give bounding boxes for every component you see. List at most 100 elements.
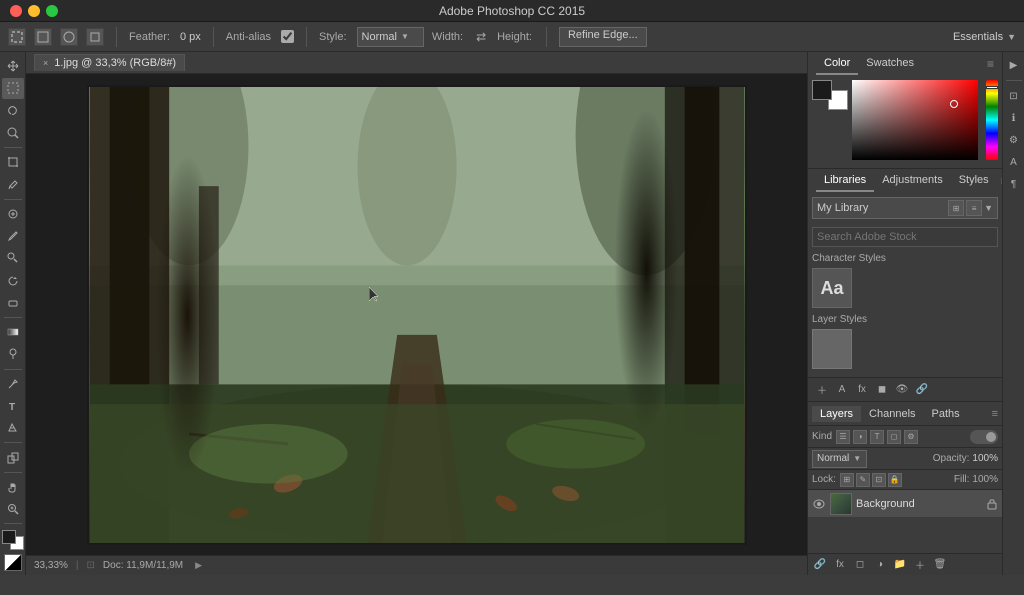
text-icon[interactable]: A [834, 382, 850, 398]
close-button[interactable] [10, 5, 22, 17]
library-dropdown[interactable]: My Library ⊞ ≡ ▼ [812, 197, 998, 219]
library-list-icon[interactable]: ≡ [966, 200, 982, 216]
tab-swatches[interactable]: Swatches [858, 53, 922, 75]
layer-row-background[interactable]: Background [808, 490, 1002, 518]
tab-styles[interactable]: Styles [951, 170, 997, 192]
dodge-tool[interactable] [2, 344, 24, 364]
doc-size: Doc: 11,9M/11,9M [103, 560, 183, 571]
fill-value[interactable]: 100% [972, 474, 998, 485]
visibility2-icon[interactable]: 👁 [894, 382, 910, 398]
brush-tool[interactable] [2, 226, 24, 246]
add-icon[interactable]: ＋ [814, 382, 830, 398]
zoom-tool[interactable] [2, 499, 24, 519]
opacity-value[interactable]: 100% [972, 453, 998, 464]
fx-icon[interactable]: fx [854, 382, 870, 398]
statusbar-arrow-icon[interactable]: ▶ [195, 560, 202, 571]
anti-alias-checkbox[interactable] [281, 30, 294, 43]
gradient-tool[interactable] [2, 322, 24, 342]
tab-libraries[interactable]: Libraries [816, 170, 874, 192]
eraser-tool[interactable] [2, 293, 24, 313]
shape-tool[interactable] [2, 447, 24, 467]
link2-icon[interactable]: 🔗 [914, 382, 930, 398]
char-styles-preview[interactable]: Aa [812, 268, 852, 308]
link-layers-icon[interactable]: 🔗 [812, 557, 828, 573]
filter-pixel-icon[interactable]: ☰ [836, 430, 850, 444]
side-history-icon[interactable]: ⊡ [1005, 87, 1023, 105]
add-mask-icon[interactable]: ◻ [852, 557, 868, 573]
rect-option-icon[interactable] [34, 28, 52, 46]
adobe-stock-search[interactable] [812, 227, 998, 247]
style-dropdown[interactable]: Normal ▼ [357, 27, 424, 47]
filter-type-icon[interactable]: T [870, 430, 884, 444]
marquee-tool[interactable] [2, 78, 24, 98]
lock-pixels-icon[interactable]: ⊞ [840, 473, 854, 487]
lasso-tool[interactable] [2, 101, 24, 121]
add-group-icon[interactable]: 📁 [892, 557, 908, 573]
tab-adjustments[interactable]: Adjustments [874, 170, 951, 192]
canvas-tab-item[interactable]: × 1.jpg @ 33,3% (RGB/8#) [34, 54, 185, 71]
marquee-tool-icon[interactable] [8, 28, 26, 46]
side-tool-preset-icon[interactable]: ⚙ [1005, 131, 1023, 149]
tab-paths[interactable]: Paths [924, 406, 968, 422]
quick-select-tool[interactable] [2, 123, 24, 143]
canvas-image [87, 85, 747, 545]
add-adjustment-icon[interactable]: ◑ [872, 557, 888, 573]
history-brush-tool[interactable] [2, 271, 24, 291]
filter-smart-icon[interactable]: ⚙ [904, 430, 918, 444]
side-char-icon[interactable]: A [1005, 153, 1023, 171]
layer-visibility-icon[interactable] [812, 497, 826, 511]
color-gradient-field[interactable] [852, 80, 978, 160]
crop-tool[interactable] [2, 152, 24, 172]
tab-layers[interactable]: Layers [812, 406, 861, 422]
delete-layer-icon[interactable]: 🗑 [932, 557, 948, 573]
new-layer-icon[interactable]: ＋ [912, 557, 928, 573]
lock-artboard-icon[interactable]: ⊡ [872, 473, 886, 487]
swap-wh-icon[interactable]: ⇄ [473, 29, 489, 45]
add-style-icon[interactable]: fx [832, 557, 848, 573]
fg-bg-color-widget[interactable] [2, 530, 24, 550]
toolbar-separator-1 [116, 27, 117, 47]
blend-mode-dropdown[interactable]: Normal ▼ [812, 450, 867, 468]
filter-toggle[interactable] [970, 430, 998, 444]
side-expand-icon[interactable]: ▶ [1005, 56, 1023, 74]
pen-tool[interactable] [2, 374, 24, 394]
path-select-tool[interactable] [2, 418, 24, 438]
lock-position-icon[interactable]: ✎ [856, 473, 870, 487]
tab-channels[interactable]: Channels [861, 406, 923, 422]
hue-slider[interactable] [986, 80, 998, 160]
text-tool[interactable]: T [2, 396, 24, 416]
side-info-icon[interactable]: ℹ [1005, 109, 1023, 127]
eyedropper-tool[interactable] [2, 174, 24, 194]
side-para-icon[interactable]: ¶ [1005, 175, 1023, 193]
library-grid-icon[interactable]: ⊞ [948, 200, 964, 216]
filter-adjustment-icon[interactable]: ◑ [853, 430, 867, 444]
layers-panel-menu-icon[interactable]: ≡ [992, 408, 998, 420]
foreground-color-swatch[interactable] [812, 80, 832, 100]
essentials-chevron-icon[interactable]: ▼ [1007, 32, 1016, 42]
lock-all-icon[interactable]: 🔒 [888, 473, 902, 487]
color-panel-menu-icon[interactable]: ≡ [987, 57, 994, 71]
quick-mask-button[interactable] [4, 554, 22, 571]
tool-separator-6 [4, 472, 22, 473]
maximize-button[interactable] [46, 5, 58, 17]
feather-value[interactable]: 0 px [180, 31, 201, 43]
color-picker-handle[interactable] [950, 100, 958, 108]
lasso-option-icon[interactable] [86, 28, 104, 46]
color-picker-gradient[interactable] [852, 80, 978, 160]
ellipse-option-icon[interactable] [60, 28, 78, 46]
library-view-icons: ⊞ ≡ ▼ [948, 200, 993, 216]
hand-tool[interactable] [2, 477, 24, 497]
file-info-icon[interactable]: ⊡ [87, 560, 95, 571]
layer-styles-preview[interactable] [812, 329, 852, 369]
move-tool[interactable] [2, 56, 24, 76]
refine-edge-button[interactable]: Refine Edge... [559, 27, 647, 47]
filter-shape-icon[interactable]: ◻ [887, 430, 901, 444]
healing-tool[interactable] [2, 204, 24, 224]
minimize-button[interactable] [28, 5, 40, 17]
clone-tool[interactable] [2, 248, 24, 268]
canvas-tab-close-icon[interactable]: × [43, 58, 48, 68]
hue-slider-handle[interactable] [986, 86, 998, 89]
fg-bg-color-swatches[interactable] [812, 80, 848, 110]
tab-color[interactable]: Color [816, 53, 858, 75]
effect-icon[interactable]: ◼ [874, 382, 890, 398]
